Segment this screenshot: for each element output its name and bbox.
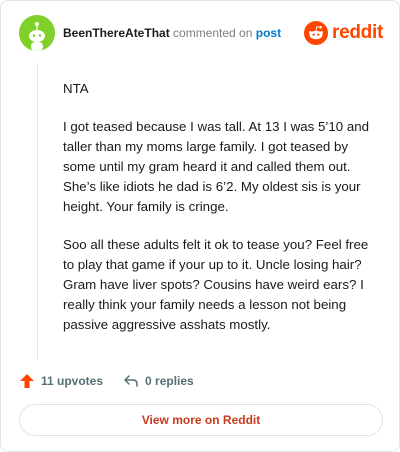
- upvote-count: 11 upvotes: [41, 374, 104, 388]
- comment-body: NTA I got teased because I was tall. At …: [63, 79, 383, 353]
- snoo-avatar-icon: [19, 15, 55, 51]
- brand-wordmark: reddit: [332, 22, 383, 43]
- avatar[interactable]: [19, 15, 55, 51]
- reddit-logo[interactable]: reddit: [304, 20, 383, 46]
- username-link[interactable]: BeenThereAteThat: [63, 26, 170, 40]
- reply-count: 0 replies: [145, 374, 194, 388]
- comment-paragraph: I got teased because I was tall. At 13 I…: [63, 119, 370, 214]
- reply-button[interactable]: 0 replies: [123, 373, 194, 389]
- comment-actions: 11 upvotes 0 replies: [19, 371, 214, 391]
- comment-meta: BeenThereAteThat commented on post: [63, 26, 281, 40]
- reddit-alien-icon: [304, 21, 329, 45]
- thread-line: [37, 63, 38, 359]
- comment-paragraph: NTA: [63, 81, 89, 96]
- post-link[interactable]: post: [256, 26, 281, 40]
- upvote-arrow-icon: [20, 374, 34, 388]
- comment-header: BeenThereAteThat commented on post reddi…: [19, 15, 383, 55]
- comment-paragraph: Soo all these adults felt it ok to tease…: [63, 237, 369, 332]
- view-more-button[interactable]: View more on Reddit: [19, 404, 383, 436]
- action-text: commented on: [169, 26, 256, 40]
- embedded-comment-card: BeenThereAteThat commented on post reddi…: [0, 0, 400, 452]
- reply-arrow-icon: [124, 375, 138, 387]
- upvote-button[interactable]: 11 upvotes: [19, 373, 103, 389]
